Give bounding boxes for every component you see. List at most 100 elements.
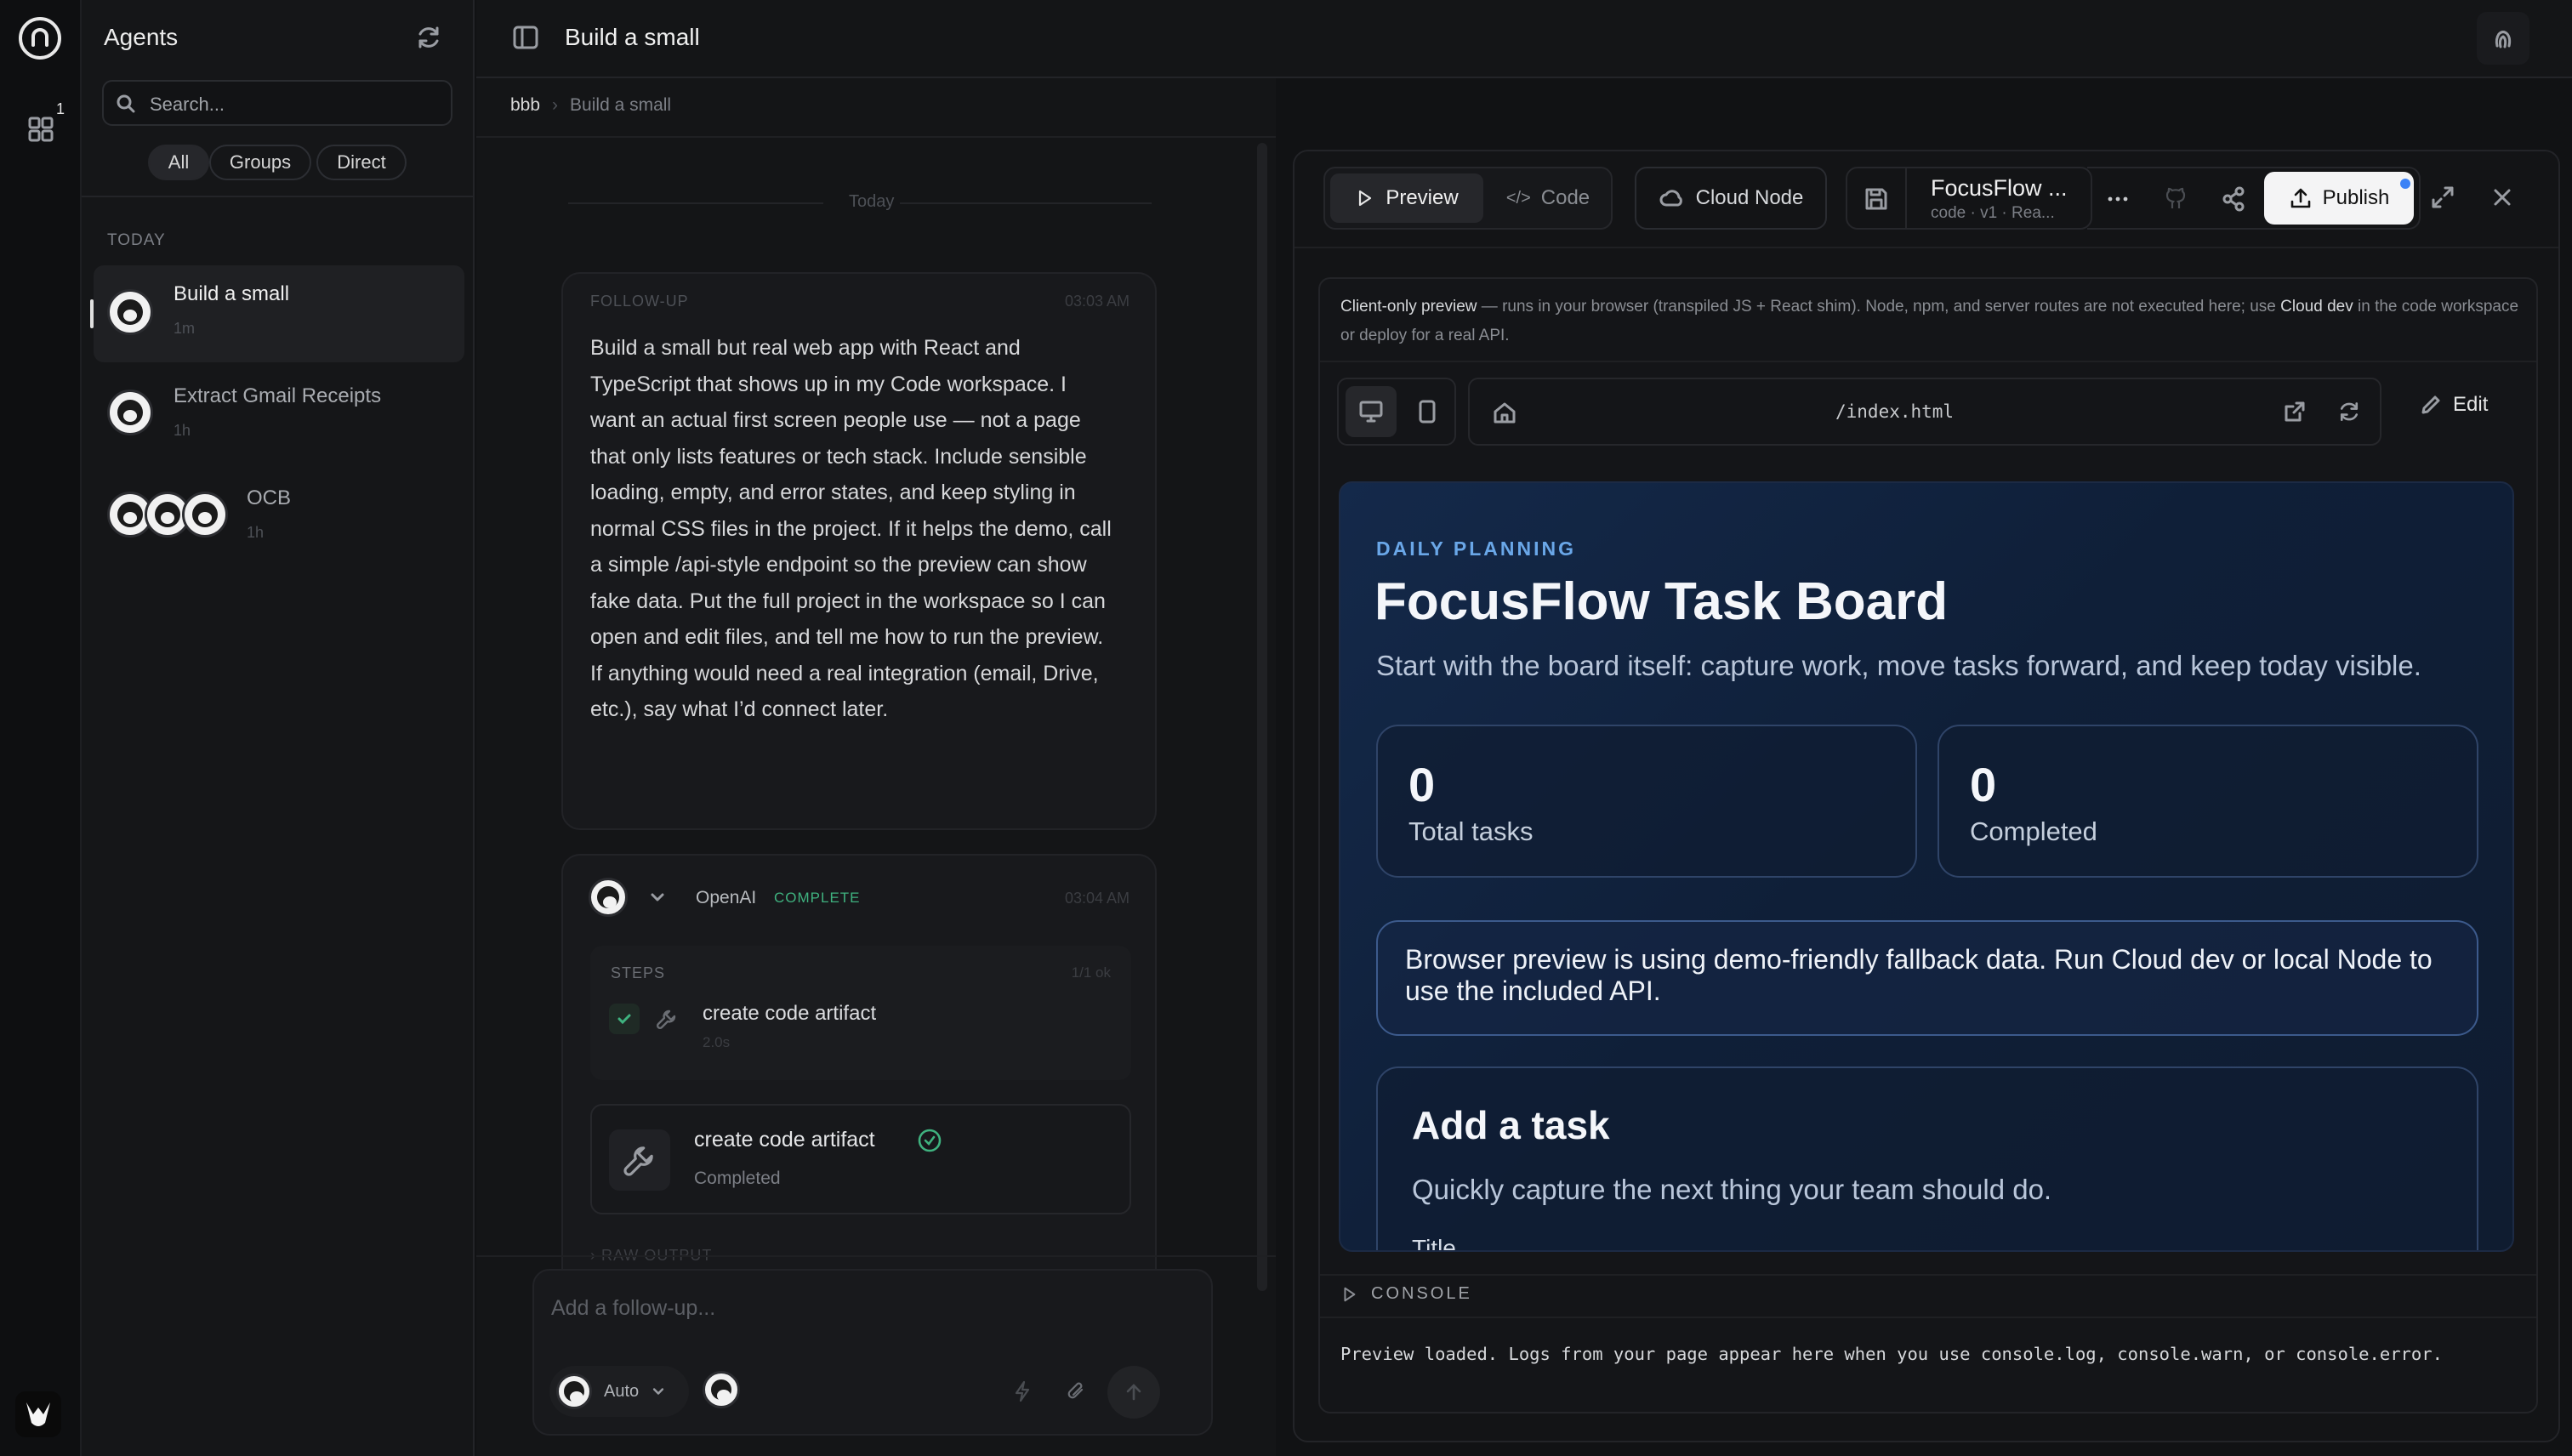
conversation-item-gmail[interactable]: Extract Gmail Receipts 1h xyxy=(94,367,464,464)
message-line: If anything would need a real integratio… xyxy=(590,661,1099,685)
apps-badge: 1 xyxy=(56,100,65,117)
divider xyxy=(476,1255,1276,1257)
console-toggle[interactable]: CONSOLE xyxy=(1340,1284,1472,1304)
message-line: a simple /api-style endpoint so the prev… xyxy=(590,553,1087,577)
steps-label: STEPS xyxy=(611,964,666,981)
add-task-card: Add a task Quickly capture the next thin… xyxy=(1376,1066,2478,1250)
wrench-icon xyxy=(609,1129,670,1191)
filter-all[interactable]: All xyxy=(148,145,209,180)
divider xyxy=(82,196,473,197)
tool-result[interactable]: create code artifact Completed xyxy=(590,1104,1131,1214)
top-bar: Build a small xyxy=(476,0,2572,78)
app-subtitle: Start with the board itself: capture wor… xyxy=(1376,650,2421,681)
tab-code-label: Code xyxy=(1540,186,1590,209)
cloud-icon xyxy=(1659,190,1682,207)
publish-button[interactable]: Publish xyxy=(2264,172,2414,225)
tab-code[interactable]: </> Code xyxy=(1492,173,1604,223)
section-today: TODAY xyxy=(107,231,166,249)
expand-icon[interactable] xyxy=(2429,184,2456,211)
message-line: TypeScript that shows up in my Code work… xyxy=(590,372,1067,396)
filter-direct[interactable]: Direct xyxy=(316,145,407,180)
address-bar: /index.html xyxy=(1468,378,2381,446)
conversation-title: Extract Gmail Receipts xyxy=(174,384,382,407)
page-title: Build a small xyxy=(565,24,700,50)
view-tabs: Preview </> Code xyxy=(1323,167,1613,230)
apps-grid-icon[interactable] xyxy=(27,116,54,143)
conversation-item-build[interactable]: Build a small 1m xyxy=(90,265,464,362)
toggle-sidebar-icon[interactable] xyxy=(512,24,539,51)
preview-notice: Client-only preview — runs in your brows… xyxy=(1340,293,2523,350)
refresh-icon[interactable] xyxy=(415,24,442,51)
model-avatar xyxy=(556,1374,592,1409)
chevron-down-icon[interactable] xyxy=(648,888,667,907)
status-badge: COMPLETE xyxy=(774,890,861,906)
fingerprint-icon[interactable] xyxy=(2477,12,2529,65)
chat-scrollbar[interactable] xyxy=(1257,143,1267,1291)
close-icon[interactable] xyxy=(2489,184,2516,211)
active-indicator xyxy=(90,299,94,328)
message-label: FOLLOW-UP xyxy=(590,293,689,310)
tool-name: create code artifact xyxy=(694,1128,875,1152)
url-field[interactable]: /index.html xyxy=(1835,401,1954,422)
divider xyxy=(1320,1274,2536,1276)
edit-label: Edit xyxy=(2453,393,2489,416)
more-icon[interactable] xyxy=(2104,185,2131,213)
cloud-node-label: Cloud Node xyxy=(1695,186,1804,209)
breadcrumb-root[interactable]: bbb xyxy=(510,95,540,116)
open-external-icon[interactable] xyxy=(2283,400,2307,424)
chevron-down-icon xyxy=(653,1388,664,1395)
tool-status: Completed xyxy=(694,1169,781,1188)
reply-time: 03:04 AM xyxy=(1064,890,1130,907)
composer: Add a follow-up... Auto xyxy=(532,1269,1213,1436)
github-icon[interactable] xyxy=(2162,185,2189,213)
play-icon xyxy=(1359,190,1372,207)
publish-label: Publish xyxy=(2322,186,2390,209)
breadcrumb: bbb › Build a small xyxy=(510,95,671,116)
steps-count: 1/1 ok xyxy=(1071,964,1111,981)
wrench-icon xyxy=(655,1007,679,1031)
stat-card-completed: 0 Completed xyxy=(1938,725,2478,878)
stat-label: Total tasks xyxy=(1408,816,1534,846)
brand-mark-icon[interactable] xyxy=(15,1391,61,1437)
home-icon[interactable] xyxy=(1492,400,1517,425)
tab-preview[interactable]: Preview xyxy=(1330,173,1483,223)
message-line: loading, empty, and error states, and ke… xyxy=(590,481,1076,504)
divider xyxy=(1295,247,2558,248)
add-task-subtitle: Quickly capture the next thing your team… xyxy=(1412,1174,2052,1205)
message-line: Build a small but real web app with Reac… xyxy=(590,336,1021,360)
lightning-icon[interactable] xyxy=(1010,1379,1034,1403)
attach-icon[interactable] xyxy=(1065,1379,1089,1403)
divider xyxy=(476,136,1276,138)
tab-preview-label: Preview xyxy=(1386,186,1459,209)
agent-avatar-button[interactable] xyxy=(703,1371,740,1408)
divider xyxy=(900,202,1152,204)
conversation-item-ocb[interactable]: OCB 1h xyxy=(94,469,464,566)
model-mode: Auto xyxy=(604,1381,640,1401)
desktop-view-button[interactable] xyxy=(1346,386,1397,437)
avatar xyxy=(182,492,228,537)
app-logo-icon[interactable] xyxy=(19,17,61,60)
edit-button[interactable]: Edit xyxy=(2419,393,2488,417)
message-line: etc.), say what I’d connect later. xyxy=(590,697,889,721)
divider xyxy=(1320,361,2536,362)
share-icon[interactable] xyxy=(2220,185,2247,213)
message-line: open and edit files, and tell me how to … xyxy=(590,625,1104,649)
conversation-time: 1h xyxy=(247,524,265,541)
model-selector[interactable]: Auto xyxy=(549,1366,689,1417)
message-line: that only lists features or tech stack. … xyxy=(590,444,1087,469)
agent-name: OpenAI xyxy=(696,888,757,907)
artifact-info: FocusFlow ... code · v1 · Rea... xyxy=(1846,167,2092,230)
chat-column: bbb › Build a small Today FOLLOW-UP 03:0… xyxy=(476,78,1276,1456)
stat-value: 0 xyxy=(1408,758,1436,811)
filter-groups[interactable]: Groups xyxy=(209,145,311,180)
notice-bold: Cloud dev xyxy=(2280,298,2353,316)
message-line: want an actual first screen people use —… xyxy=(590,408,1081,432)
reload-icon[interactable] xyxy=(2337,400,2361,424)
mobile-view-button[interactable] xyxy=(1403,386,1451,437)
cloud-node-button[interactable]: Cloud Node xyxy=(1635,167,1827,230)
add-task-title: Add a task xyxy=(1412,1103,1610,1147)
save-icon[interactable] xyxy=(1863,185,1890,213)
follow-up-input[interactable]: Add a follow-up... xyxy=(551,1296,715,1321)
send-button[interactable] xyxy=(1107,1366,1160,1419)
search-input[interactable]: Search... xyxy=(102,80,452,126)
